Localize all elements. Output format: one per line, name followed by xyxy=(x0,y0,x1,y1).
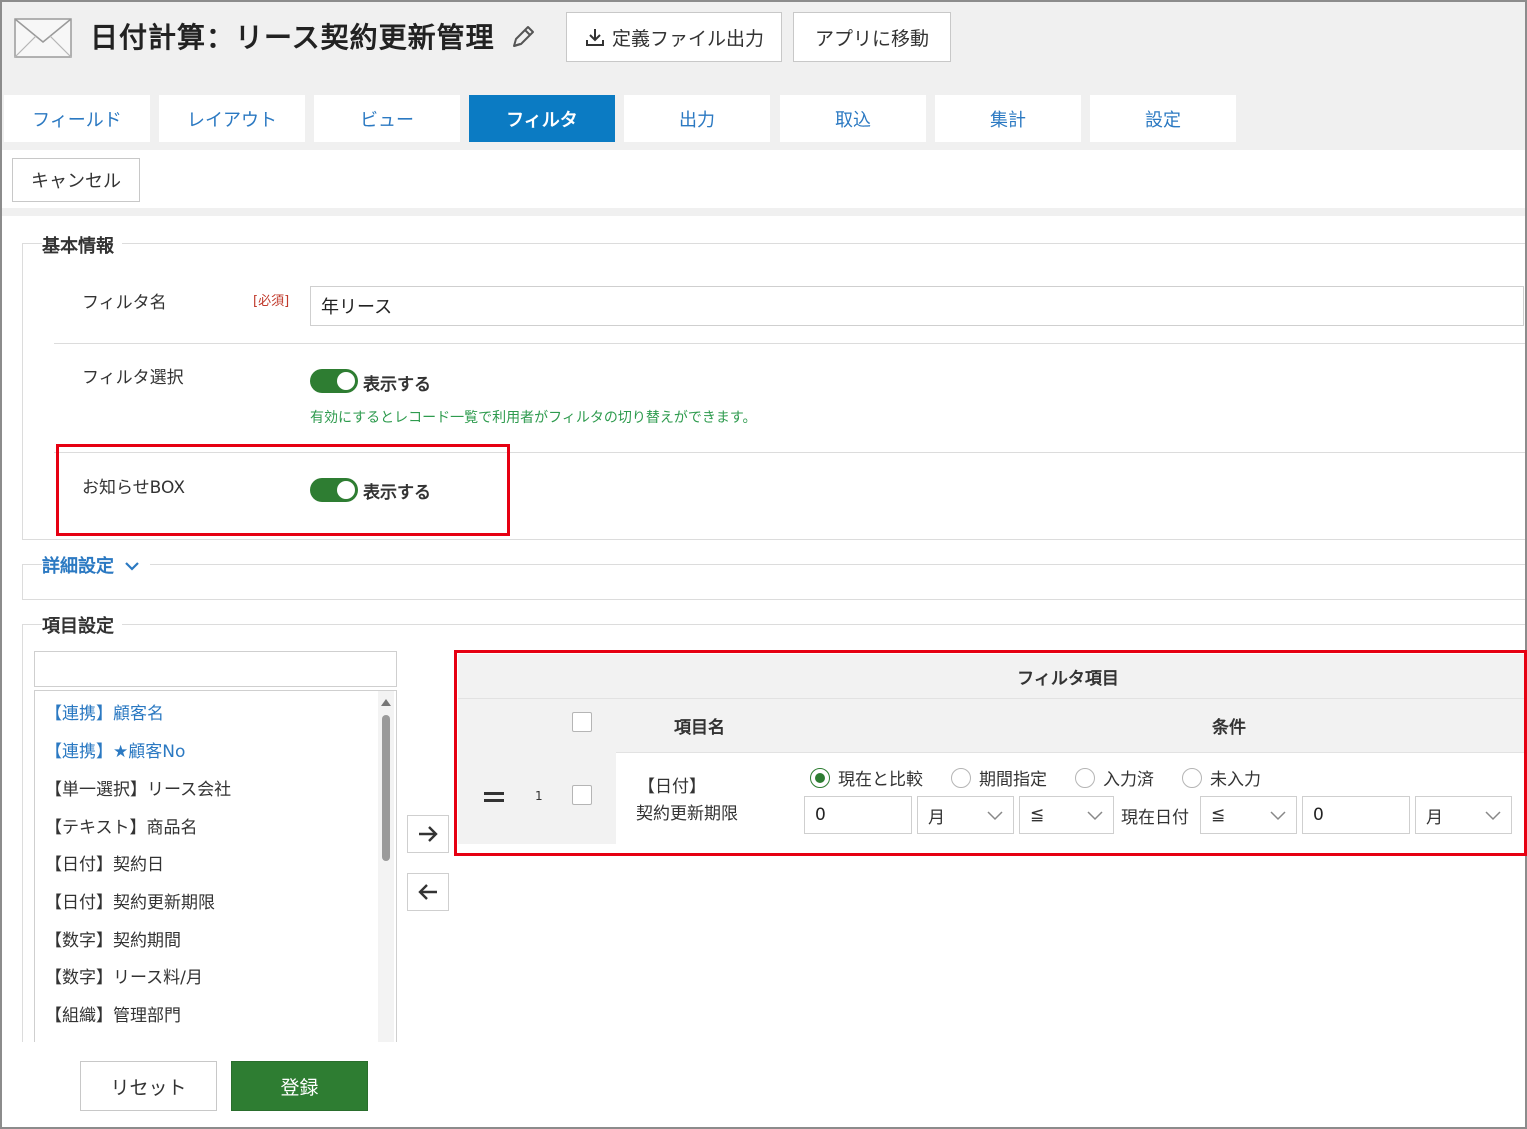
tab-import[interactable]: 取込 xyxy=(780,95,926,142)
required-badge: [必須] xyxy=(253,294,290,309)
list-item[interactable]: 【数字】契約期間 xyxy=(45,926,181,951)
fieldset-border xyxy=(22,539,1525,540)
export-definition-button[interactable]: 定義ファイル出力 xyxy=(566,12,782,62)
reset-button[interactable]: リセット xyxy=(80,1061,217,1111)
filter-select-toggle-label: 表示する xyxy=(363,375,431,395)
cancel-button[interactable]: キャンセル xyxy=(12,158,140,202)
fieldset-border xyxy=(22,624,1525,625)
list-item[interactable]: 【組織】管理部門 xyxy=(45,1001,181,1026)
filter-name-input[interactable]: 年リース xyxy=(310,286,1524,326)
list-item[interactable]: 【日付】契約日 xyxy=(45,850,164,875)
tab-output[interactable]: 出力 xyxy=(624,95,770,142)
fieldset-border xyxy=(22,564,23,599)
scroll-up-icon[interactable] xyxy=(378,695,394,709)
field-search-input[interactable] xyxy=(34,651,397,687)
list-item[interactable]: 【連携】顧客名 xyxy=(45,699,164,724)
filter-name-label: フィルタ名 xyxy=(82,293,167,313)
tab-filter[interactable]: フィルタ xyxy=(469,95,615,142)
fieldset-border xyxy=(22,599,1525,600)
tab-field[interactable]: フィールド xyxy=(4,95,150,142)
fieldset-border xyxy=(22,243,23,539)
divider xyxy=(2,208,1525,216)
go-to-app-button[interactable]: アプリに移動 xyxy=(793,12,951,62)
list-item[interactable]: 【単一選択】リース会社 xyxy=(45,775,231,800)
arrow-right-icon xyxy=(419,826,438,842)
action-bar xyxy=(2,152,1525,210)
pencil-icon[interactable] xyxy=(508,22,538,52)
list-item[interactable]: 【連携】★顧客No xyxy=(45,737,185,762)
tab-aggregate[interactable]: 集計 xyxy=(935,95,1081,142)
arrow-left-icon xyxy=(418,884,437,900)
highlight-frame xyxy=(56,444,510,536)
tab-settings[interactable]: 設定 xyxy=(1090,95,1236,142)
filter-select-help: 有効にするとレコード一覧で利用者がフィルタの切り替えができます。 xyxy=(310,410,757,426)
filter-select-label: フィルタ選択 xyxy=(82,368,184,388)
scrollbar-thumb[interactable] xyxy=(382,715,390,861)
highlight-frame xyxy=(454,650,1527,856)
list-item[interactable]: 【数字】リース料/月 xyxy=(45,963,203,988)
export-definition-label: 定義ファイル出力 xyxy=(611,27,764,50)
mail-icon xyxy=(14,18,72,58)
fieldset-border xyxy=(22,624,23,1042)
basic-info-heading: 基本情報 xyxy=(42,232,122,258)
fieldset-border xyxy=(22,243,1525,244)
chevron-down-icon xyxy=(125,562,140,571)
add-item-button[interactable] xyxy=(407,815,449,853)
item-settings-heading: 項目設定 xyxy=(42,612,122,638)
filter-select-toggle[interactable] xyxy=(310,369,358,393)
register-button[interactable]: 登録 xyxy=(231,1061,368,1111)
list-item[interactable]: 【日付】契約更新期限 xyxy=(45,888,215,913)
tab-layout[interactable]: レイアウト xyxy=(159,95,305,142)
details-label: 詳細設定 xyxy=(42,556,114,577)
row-divider xyxy=(54,343,1525,344)
field-list[interactable]: 【連携】顧客名 【連携】★顧客No 【単一選択】リース会社 【テキスト】商品名 … xyxy=(34,690,397,1042)
details-toggle[interactable]: 詳細設定 xyxy=(42,552,151,578)
list-item[interactable]: 【テキスト】商品名 xyxy=(45,813,198,838)
remove-item-button[interactable] xyxy=(407,873,449,911)
page-title: 日付計算：リース契約更新管理 xyxy=(90,21,495,54)
tab-view[interactable]: ビュー xyxy=(314,95,460,142)
fieldset-border xyxy=(22,564,1525,565)
download-icon xyxy=(585,29,604,46)
